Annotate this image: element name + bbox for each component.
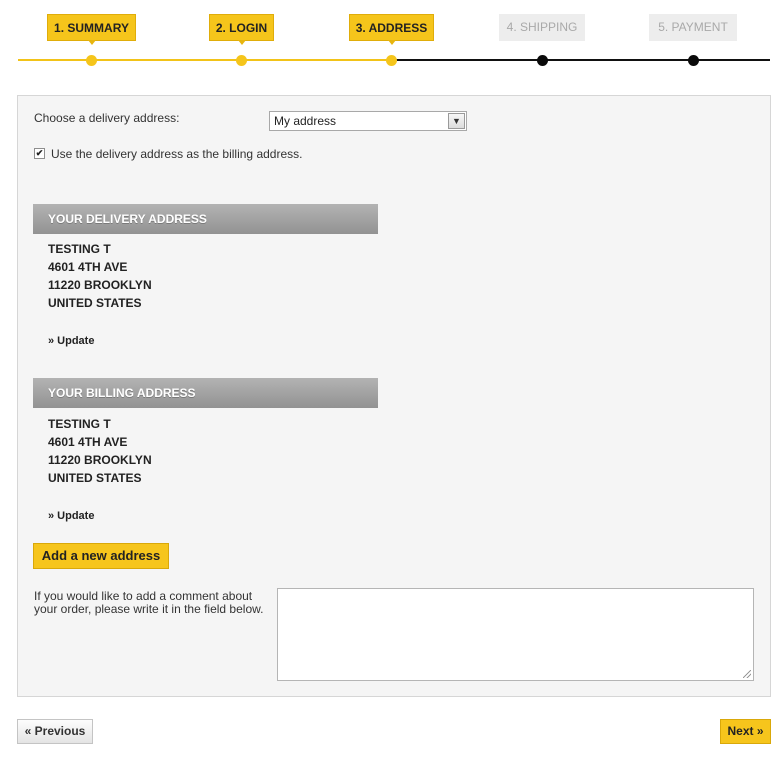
step-payment: 5. PAYMENT (649, 14, 737, 41)
delivery-city: 11220 BROOKLYN (48, 278, 152, 292)
step-login[interactable]: 2. LOGIN (209, 14, 274, 45)
billing-address-lines: TESTING T 4601 4TH AVE 11220 BROOKLYN UN… (48, 415, 152, 487)
chevron-down-icon[interactable]: ▼ (448, 113, 465, 129)
address-panel: Choose a delivery address: My address ▼ … (17, 95, 771, 697)
delivery-address-lines: TESTING T 4601 4TH AVE 11220 BROOKLYN UN… (48, 240, 152, 312)
checkout-progress: 1. SUMMARY 2. LOGIN 3. ADDRESS 4. SHIPPI… (0, 0, 780, 80)
delivery-country: UNITED STATES (48, 296, 142, 310)
order-comment-label: If you would like to add a comment about… (34, 589, 264, 616)
delivery-street: 4601 4TH AVE (48, 260, 128, 274)
step-marker-address (386, 55, 397, 66)
step-marker-summary (86, 55, 97, 66)
same-billing-checkbox[interactable]: ✔ (34, 148, 45, 159)
billing-country: UNITED STATES (48, 471, 142, 485)
billing-street: 4601 4TH AVE (48, 435, 128, 449)
update-delivery-link[interactable]: » Update (48, 335, 94, 347)
choose-address-label: Choose a delivery address: (34, 111, 180, 125)
step-shipping: 4. SHIPPING (499, 14, 585, 41)
delivery-address-header: YOUR DELIVERY ADDRESS (33, 204, 378, 234)
delivery-address-select[interactable]: My address ▼ (269, 111, 467, 131)
update-billing-link[interactable]: » Update (48, 510, 94, 522)
billing-address-header: YOUR BILLING ADDRESS (33, 378, 378, 408)
order-comment-textarea[interactable] (277, 588, 754, 681)
step-marker-shipping (537, 55, 548, 66)
previous-button[interactable]: « Previous (17, 719, 93, 744)
next-button[interactable]: Next » (720, 719, 771, 744)
step-marker-payment (688, 55, 699, 66)
step-address: 3. ADDRESS (349, 14, 434, 45)
resize-grip-icon[interactable] (743, 670, 751, 678)
progress-line-completed (18, 59, 392, 61)
step-summary[interactable]: 1. SUMMARY (47, 14, 136, 45)
same-billing-label[interactable]: Use the delivery address as the billing … (51, 147, 302, 161)
billing-city: 11220 BROOKLYN (48, 453, 152, 467)
billing-name: TESTING T (48, 417, 111, 431)
delivery-name: TESTING T (48, 242, 111, 256)
progress-line-pending (392, 59, 770, 61)
delivery-address-select-value: My address (274, 114, 337, 128)
step-marker-login (236, 55, 247, 66)
add-new-address-button[interactable]: Add a new address (33, 543, 169, 569)
